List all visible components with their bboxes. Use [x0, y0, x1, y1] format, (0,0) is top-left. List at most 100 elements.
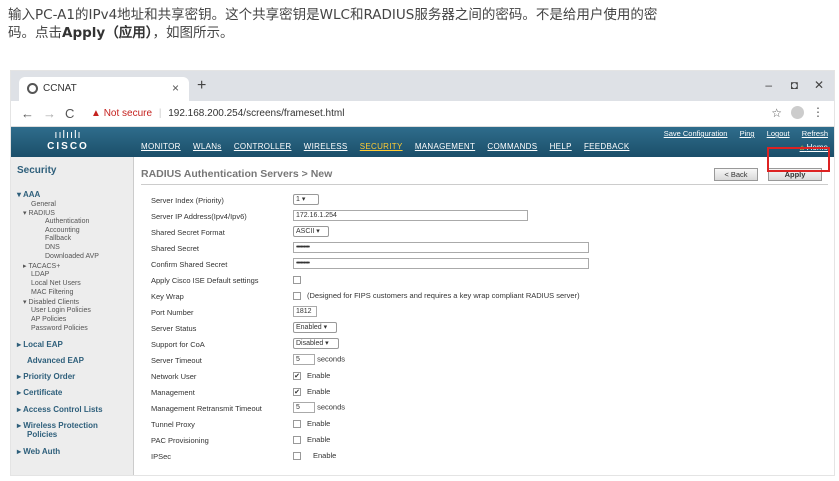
sidebar-item-priority-order[interactable]: ▸ Priority Order: [17, 372, 75, 381]
window-close-icon[interactable]: ✕: [814, 78, 824, 92]
more-menu-icon[interactable]: ⋮: [812, 105, 824, 119]
sidebar-item-mac-filtering[interactable]: MAC Filtering: [31, 289, 73, 296]
menu-wireless[interactable]: WIRELESS: [304, 142, 348, 151]
tab-title: CCNAT: [43, 83, 77, 94]
browser-tab[interactable]: CCNAT ×: [19, 77, 189, 101]
confirm-secret-label: Confirm Shared Secret: [151, 260, 228, 269]
pac-provisioning-label: PAC Provisioning: [151, 436, 209, 445]
mgmt-retransmit-unit: seconds: [317, 402, 346, 412]
back-button[interactable]: < Back: [714, 168, 758, 181]
security-sidebar: Security ▾ AAA General ▾ RADIUS Authenti…: [11, 157, 134, 475]
bookmark-star-icon[interactable]: ☆: [771, 106, 782, 120]
menu-controller[interactable]: CONTROLLER: [234, 142, 292, 151]
url-text: 192.168.200.254/screens/frameset.html: [168, 108, 345, 119]
ipsec-label: IPSec: [151, 452, 172, 461]
instruction-text: 输入PC-A1的IPv4地址和共享密钥。这个共享密钥是WLC和RADIUS服务器…: [8, 6, 833, 42]
network-user-label: Network User: [151, 372, 197, 381]
menu-feedback[interactable]: FEEDBACK: [584, 142, 630, 151]
ise-default-label: Apply Cisco ISE Default settings: [151, 276, 259, 285]
save-configuration-link[interactable]: Save Configuration: [664, 129, 728, 138]
network-user-enable: Enable: [307, 371, 331, 380]
tunnel-proxy-label: Tunnel Proxy: [151, 420, 195, 429]
menu-management[interactable]: MANAGEMENT: [415, 142, 475, 151]
tunnel-proxy-checkbox[interactable]: [293, 420, 301, 429]
cisco-logo-name: CISCO: [47, 141, 89, 152]
address-bar-row: ← → C ▲ Not secure | 192.168.200.254/scr…: [11, 101, 834, 127]
menu-security[interactable]: SECURITY: [360, 142, 403, 151]
management-checkbox[interactable]: ✔: [293, 388, 301, 397]
reload-icon[interactable]: C: [65, 106, 74, 121]
key-wrap-label: Key Wrap: [151, 292, 184, 301]
shared-secret-label: Shared Secret: [151, 244, 199, 253]
not-secure-label: Not secure: [103, 108, 153, 119]
sidebar-item-advanced-eap[interactable]: Advanced EAP: [27, 356, 84, 365]
browser-screenshot: CCNAT × + – ◘ ✕ ← → C ▲ Not secure | 192…: [10, 70, 835, 476]
menu-monitor[interactable]: MONITOR: [141, 142, 181, 151]
management-label: Management: [151, 388, 195, 397]
sidebar-item-user-login-policies[interactable]: User Login Policies: [31, 307, 91, 314]
sidebar-item-access-control-lists[interactable]: ▸ Access Control Lists: [17, 405, 103, 414]
confirm-secret-input[interactable]: •••••••••: [293, 258, 589, 269]
sidebar-item-ldap[interactable]: LDAP: [31, 271, 49, 278]
new-tab-icon[interactable]: +: [197, 77, 206, 95]
sidebar-item-authentication[interactable]: Authentication: [45, 218, 89, 225]
ipsec-checkbox[interactable]: [293, 452, 301, 461]
server-status-select[interactable]: Enabled ▾: [293, 322, 337, 333]
menu-help[interactable]: HELP: [550, 142, 572, 151]
pac-provisioning-checkbox[interactable]: [293, 436, 301, 445]
cisco-header: ıılıılı CISCO MONITOR WLANs CONTROLLER W…: [11, 127, 834, 157]
menu-commands[interactable]: COMMANDS: [487, 142, 537, 151]
server-index-select[interactable]: 1 ▾: [293, 194, 319, 205]
title-divider: [141, 184, 828, 185]
sidebar-item-general[interactable]: General: [31, 201, 56, 208]
server-status-label: Server Status: [151, 324, 197, 333]
sidebar-item-local-net-users[interactable]: Local Net Users: [31, 280, 81, 287]
page-title: RADIUS Authentication Servers > New: [141, 168, 333, 180]
network-user-checkbox[interactable]: ✔: [293, 372, 301, 381]
server-timeout-input[interactable]: 5: [293, 354, 315, 365]
sidebar-title: Security: [17, 165, 57, 176]
back-arrow-icon[interactable]: ←: [21, 106, 34, 121]
cisco-logo: ıılıılı CISCO: [33, 129, 103, 153]
key-wrap-checkbox[interactable]: [293, 292, 301, 301]
sidebar-item-ap-policies[interactable]: AP Policies: [31, 316, 66, 323]
tunnel-proxy-enable: Enable: [307, 419, 331, 428]
refresh-link[interactable]: Refresh: [802, 129, 828, 138]
sidebar-item-downloaded-avp[interactable]: Downloaded AVP: [45, 253, 99, 260]
forward-arrow-icon[interactable]: →: [43, 106, 56, 121]
logout-link[interactable]: Logout: [767, 129, 790, 138]
sidebar-item-web-auth[interactable]: ▸ Web Auth: [17, 447, 60, 456]
tab-close-icon[interactable]: ×: [172, 81, 179, 95]
key-wrap-note: (Designed for FIPS customers and require…: [307, 291, 580, 300]
url-bar[interactable]: ▲ Not secure | 192.168.200.254/screens/f…: [91, 104, 751, 124]
ise-default-checkbox[interactable]: [293, 276, 301, 285]
secret-format-select[interactable]: ASCII ▾: [293, 226, 329, 237]
server-ip-input[interactable]: 172.16.1.254: [293, 210, 528, 221]
mgmt-retransmit-input[interactable]: 5: [293, 402, 315, 413]
sidebar-item-accounting[interactable]: Accounting: [45, 227, 80, 234]
restore-icon[interactable]: ◘: [791, 78, 798, 92]
sidebar-item-dns[interactable]: DNS: [45, 244, 60, 251]
coa-select[interactable]: Disabled ▾: [293, 338, 339, 349]
minimize-icon[interactable]: –: [765, 78, 772, 92]
main-content: RADIUS Authentication Servers > New < Ba…: [135, 157, 834, 475]
instruction-line-2: 码。点击: [8, 25, 62, 41]
sidebar-item-wireless-protection-policies[interactable]: Policies: [27, 430, 57, 439]
pac-provisioning-enable: Enable: [307, 435, 331, 444]
sidebar-item-certificate[interactable]: ▸ Certificate: [17, 388, 62, 397]
menu-wlans[interactable]: WLANs: [193, 142, 222, 151]
coa-label: Support for CoA: [151, 340, 205, 349]
profile-avatar-icon[interactable]: [791, 106, 804, 119]
ping-link[interactable]: Ping: [740, 129, 755, 138]
sidebar-item-disabled-clients[interactable]: ▾ Disabled Clients: [23, 298, 79, 306]
sidebar-item-wireless-protection[interactable]: ▸ Wireless Protection: [17, 421, 98, 430]
sidebar-item-fallback[interactable]: Fallback: [45, 235, 71, 242]
port-number-input[interactable]: 1812: [293, 306, 317, 317]
sidebar-item-aaa[interactable]: ▾ AAA: [17, 190, 40, 199]
sidebar-item-password-policies[interactable]: Password Policies: [31, 325, 88, 332]
shared-secret-input[interactable]: •••••••••: [293, 242, 589, 253]
sidebar-item-local-eap[interactable]: ▸ Local EAP: [17, 340, 63, 349]
sidebar-item-tacacs[interactable]: ▸ TACACS+: [23, 262, 60, 270]
instruction-line-2-end: ，如图所示。: [152, 25, 234, 41]
sidebar-item-radius[interactable]: ▾ RADIUS: [23, 209, 55, 217]
